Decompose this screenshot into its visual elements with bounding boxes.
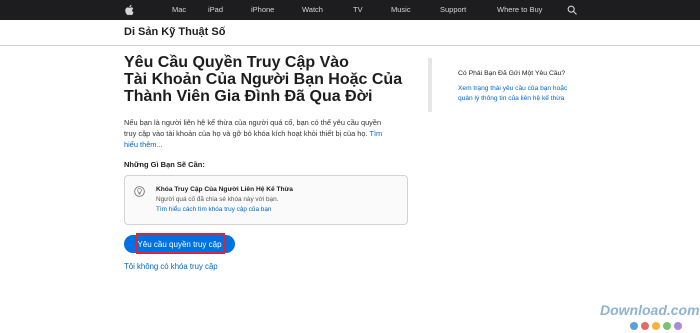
aside-link-line: quản lý thông tin của liên hệ kế thừa [458,95,565,102]
intro-line: truy cập vào tài khoản của họ và gỡ bỏ k… [124,128,416,139]
nav-item-mac[interactable]: Mac [172,0,186,20]
intro-line-text: truy cập vào tài khoản của họ và gỡ bỏ k… [124,129,368,139]
learn-more-link[interactable]: Tìm [369,129,382,138]
request-access-button-label: Yêu cầu quyền truy cập [137,239,222,249]
aside-link-line: Xem trạng thái yêu cầu của bạn hoặc [458,85,568,92]
watermark-dot [674,322,682,330]
no-access-key-link[interactable]: Tôi không có khóa truy cập [124,262,218,271]
nav-item-iphone[interactable]: iPhone [251,0,274,20]
watermark-dot [641,322,649,330]
local-nav: Di Sản Kỹ Thuật Số [0,20,700,46]
intro-line: Nếu bạn là người liên hệ kế thừa của ngư… [124,118,382,127]
intro-line: hiểu thêm... [124,139,416,150]
search-icon[interactable] [567,5,577,15]
requirement-title: Khóa Truy Cập Của Người Liên Hệ Kế Thừa [156,186,293,193]
page-title-line: Tài Khoản Của Người Bạn Hoặc Của [124,71,403,88]
nav-item-ipad[interactable]: iPad [208,0,223,20]
find-access-key-link[interactable]: Tìm hiểu cách tìm khóa truy cập của bạn [156,206,271,213]
requirements-heading: Những Gì Bạn Sẽ Cần: [124,160,205,169]
lightbulb-icon [134,186,145,197]
page-title-line: Yêu Cầu Quyền Truy Cập Vào [124,54,349,71]
nav-item-music[interactable]: Music [391,0,411,20]
page-title: Yêu Cầu Quyền Truy Cập Vào Tài Khoản Của… [124,54,414,105]
page-title-line: Thành Viên Gia Đình Đã Qua Đời [124,88,373,105]
aside-divider [430,58,432,112]
watermark-dot [652,322,660,330]
watermark: Download.com.vn [600,300,700,333]
requirement-card: Khóa Truy Cập Của Người Liên Hệ Kế Thừa … [124,175,408,225]
nav-item-where-to-buy[interactable]: Where to Buy [497,0,542,20]
requirement-description: Người quá cố đã chia sẻ khóa này với bạn… [156,196,279,203]
request-status-aside: Có Phải Bạn Đã Gửi Một Yêu Cầu? Xem trạn… [428,58,578,112]
local-nav-title[interactable]: Di Sản Kỹ Thuật Số [124,26,225,38]
view-request-status-link[interactable]: Xem trạng thái yêu cầu của bạn hoặc quản… [458,84,567,104]
nav-item-watch[interactable]: Watch [302,0,323,20]
apple-logo-icon[interactable] [124,4,134,16]
watermark-dot [663,322,671,330]
nav-item-support[interactable]: Support [440,0,466,20]
learn-more-link-continued[interactable]: hiểu thêm... [124,140,163,149]
aside-heading: Có Phải Bạn Đã Gửi Một Yêu Cầu? [458,70,566,77]
global-nav: Mac iPad iPhone Watch TV Music Support W… [0,0,700,20]
watermark-dot [630,322,638,330]
request-access-button[interactable]: Yêu cầu quyền truy cập [124,235,235,253]
watermark-logo: Download.com.vn [600,302,700,318]
nav-item-tv[interactable]: TV [353,0,363,20]
intro-paragraph: Nếu bạn là người liên hệ kế thừa của ngư… [124,117,416,151]
watermark-dots [630,322,682,330]
